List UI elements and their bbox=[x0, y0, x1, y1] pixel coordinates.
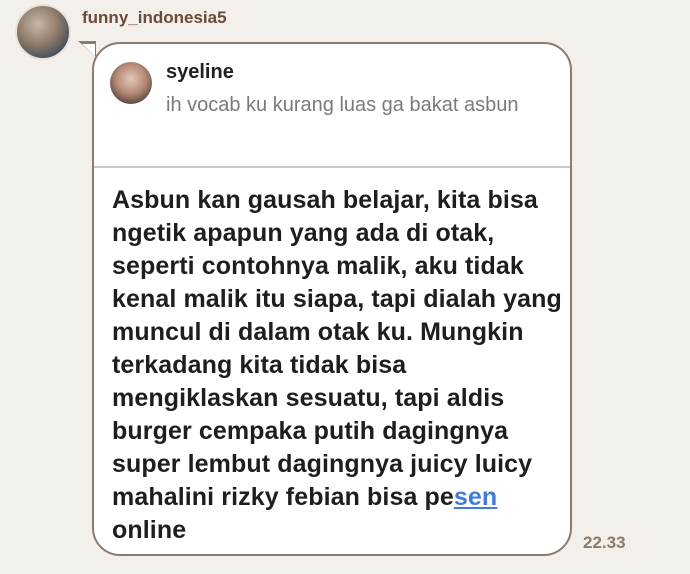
quoted-reply[interactable]: syeline ih vocab ku kurang luas ga bakat… bbox=[94, 44, 570, 168]
message-timestamp: 22.33 bbox=[583, 533, 626, 552]
reply-text: ih vocab ku kurang luas ga bakat asbun bbox=[166, 94, 519, 116]
message-link[interactable]: sen bbox=[454, 483, 497, 511]
bubble-tail-inner bbox=[82, 44, 95, 56]
reply-avatar bbox=[110, 62, 152, 104]
reply-sender-name: syeline bbox=[166, 61, 234, 83]
sender-name[interactable]: funny_indonesia5 bbox=[82, 8, 227, 28]
message-text: Asbun kan gausah belajar, kita bisa nget… bbox=[112, 184, 562, 547]
message-bubble[interactable]: syeline ih vocab ku kurang luas ga bakat… bbox=[92, 42, 572, 556]
message-text-end: online bbox=[112, 516, 187, 544]
message-text-main: Asbun kan gausah belajar, kita bisa nget… bbox=[112, 186, 562, 511]
sender-avatar[interactable] bbox=[15, 4, 71, 60]
